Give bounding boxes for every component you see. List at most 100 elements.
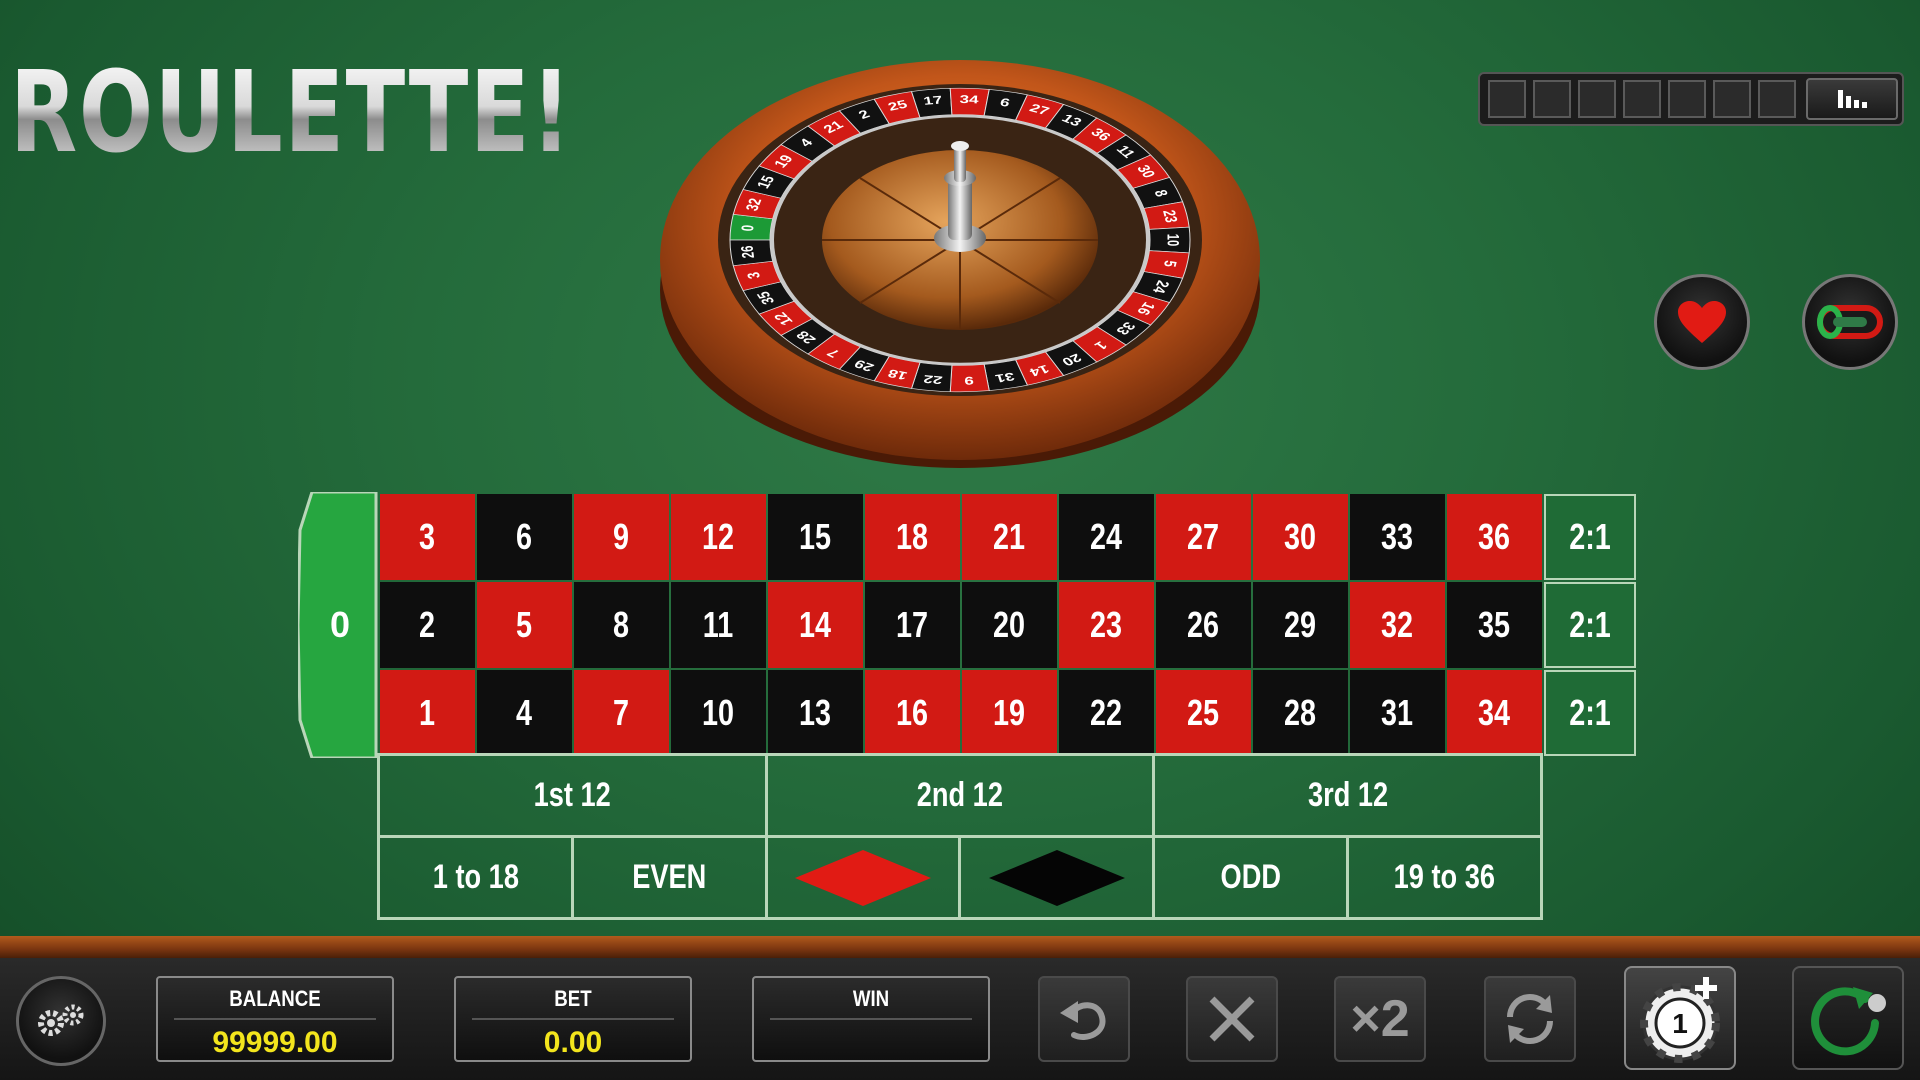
balance-panel: BALANCE 99999.00 <box>156 976 394 1062</box>
number-bet[interactable]: 17 <box>865 582 960 668</box>
number-bet[interactable]: 4 <box>477 670 572 756</box>
number-bet[interactable]: 23 <box>1059 582 1154 668</box>
column-bet[interactable]: 2:1 <box>1544 582 1636 668</box>
dozen-3-label: 3rd 12 <box>1307 776 1388 814</box>
number-bet[interactable]: 3 <box>380 494 475 580</box>
heart-icon <box>1678 301 1726 343</box>
number-label: 9 <box>613 516 630 557</box>
number-label: 20 <box>993 604 1026 645</box>
number-bet[interactable]: 30 <box>1253 494 1348 580</box>
black-bet[interactable] <box>958 835 1156 920</box>
chip-selector[interactable]: 1 <box>1624 966 1736 1070</box>
number-bet[interactable]: 36 <box>1447 494 1542 580</box>
win-label: WIN <box>852 986 890 1011</box>
bar-chart-icon-bar <box>1853 100 1859 108</box>
number-bet[interactable]: 25 <box>1156 670 1251 756</box>
number-label: 35 <box>1478 604 1511 645</box>
rebet-button[interactable] <box>1484 976 1576 1062</box>
column-bet-label: 2:1 <box>1569 516 1611 557</box>
bet-panel: BET 0.00 <box>454 976 692 1062</box>
number-bet[interactable]: 11 <box>671 582 766 668</box>
stats-button[interactable] <box>1806 78 1898 120</box>
dozen-3-bet[interactable]: 3rd 12 <box>1152 753 1543 838</box>
even-label: EVEN <box>632 858 707 896</box>
number-bet[interactable]: 13 <box>768 670 863 756</box>
wheel-number: 22 <box>922 372 943 386</box>
number-label: 25 <box>1187 692 1220 733</box>
number-bet[interactable]: 29 <box>1253 582 1348 668</box>
number-label: 34 <box>1478 692 1511 733</box>
number-grid: 3 6 9 12 15 18 21 24 27 30 33 36 2:1 2 5 8 11 14 17 20 23 26 2… <box>380 494 1636 756</box>
number-label: 6 <box>516 516 533 557</box>
number-label: 24 <box>1090 516 1123 557</box>
number-bet[interactable]: 14 <box>768 582 863 668</box>
number-bet[interactable]: 21 <box>962 494 1057 580</box>
number-bet[interactable]: 31 <box>1350 670 1445 756</box>
bar-chart-icon-bar <box>1861 102 1867 108</box>
wheel-number: 9 <box>964 374 974 387</box>
favorites-button[interactable] <box>1654 274 1750 370</box>
number-bet[interactable]: 24 <box>1059 494 1154 580</box>
history-slot <box>1488 80 1526 118</box>
number-bet[interactable]: 33 <box>1350 494 1445 580</box>
number-bet[interactable]: 6 <box>477 494 572 580</box>
number-bet[interactable]: 35 <box>1447 582 1542 668</box>
low-bet[interactable]: 1 to 18 <box>377 835 574 920</box>
dozen-2-bet[interactable]: 2nd 12 <box>764 753 1156 838</box>
number-label: 12 <box>702 516 735 557</box>
number-label: 15 <box>799 516 832 557</box>
number-bet[interactable]: 18 <box>865 494 960 580</box>
history-slot <box>1623 80 1661 118</box>
number-bet[interactable]: 1 <box>380 670 475 756</box>
number-label: 31 <box>1381 692 1414 733</box>
column-bet[interactable]: 2:1 <box>1544 670 1636 756</box>
number-bet[interactable]: 15 <box>768 494 863 580</box>
odd-label: ODD <box>1220 858 1281 896</box>
number-bet[interactable]: 2 <box>380 582 475 668</box>
number-bet[interactable]: 8 <box>574 582 669 668</box>
number-label: 1 <box>419 692 436 733</box>
undo-button[interactable] <box>1038 976 1130 1062</box>
high-bet[interactable]: 19 to 36 <box>1346 835 1543 920</box>
racetrack-button[interactable] <box>1802 274 1898 370</box>
settings-button[interactable] <box>16 976 106 1066</box>
number-bet[interactable]: 27 <box>1156 494 1251 580</box>
number-label: 36 <box>1478 516 1511 557</box>
clear-bets-button[interactable] <box>1186 976 1278 1062</box>
even-bet[interactable]: EVEN <box>570 835 768 920</box>
column-bet[interactable]: 2:1 <box>1544 494 1636 580</box>
double-bet-button[interactable]: ×2 <box>1334 976 1426 1062</box>
dozen-bets: 1st 12 2nd 12 3rd 12 <box>377 753 1543 838</box>
number-bet[interactable]: 28 <box>1253 670 1348 756</box>
number-bet[interactable]: 19 <box>962 670 1057 756</box>
dozen-1-label: 1st 12 <box>533 776 611 814</box>
balance-divider <box>174 1018 376 1020</box>
history-slot <box>1668 80 1706 118</box>
number-bet[interactable]: 7 <box>574 670 669 756</box>
dozen-1-bet[interactable]: 1st 12 <box>377 753 768 838</box>
red-diamond-icon <box>795 849 932 906</box>
number-bet[interactable]: 9 <box>574 494 669 580</box>
number-label: 30 <box>1284 516 1317 557</box>
number-bet[interactable]: 26 <box>1156 582 1251 668</box>
number-label: 5 <box>516 604 533 645</box>
number-bet[interactable]: 34 <box>1447 670 1542 756</box>
number-bet[interactable]: 10 <box>671 670 766 756</box>
number-bet[interactable]: 22 <box>1059 670 1154 756</box>
wheel-number: 0 <box>739 224 759 231</box>
number-bet[interactable]: 16 <box>865 670 960 756</box>
red-bet[interactable] <box>764 835 962 920</box>
number-bet[interactable]: 20 <box>962 582 1057 668</box>
number-label: 29 <box>1284 604 1317 645</box>
number-label: 2 <box>419 604 436 645</box>
number-label: 10 <box>702 692 735 733</box>
number-label: 11 <box>703 604 734 645</box>
number-label: 3 <box>419 516 436 557</box>
zero-bet[interactable]: 0 <box>298 492 378 758</box>
number-bet[interactable]: 12 <box>671 494 766 580</box>
spin-button[interactable] <box>1792 966 1904 1070</box>
odd-bet[interactable]: ODD <box>1152 835 1350 920</box>
number-bet[interactable]: 32 <box>1350 582 1445 668</box>
number-label: 26 <box>1187 604 1220 645</box>
number-bet[interactable]: 5 <box>477 582 572 668</box>
